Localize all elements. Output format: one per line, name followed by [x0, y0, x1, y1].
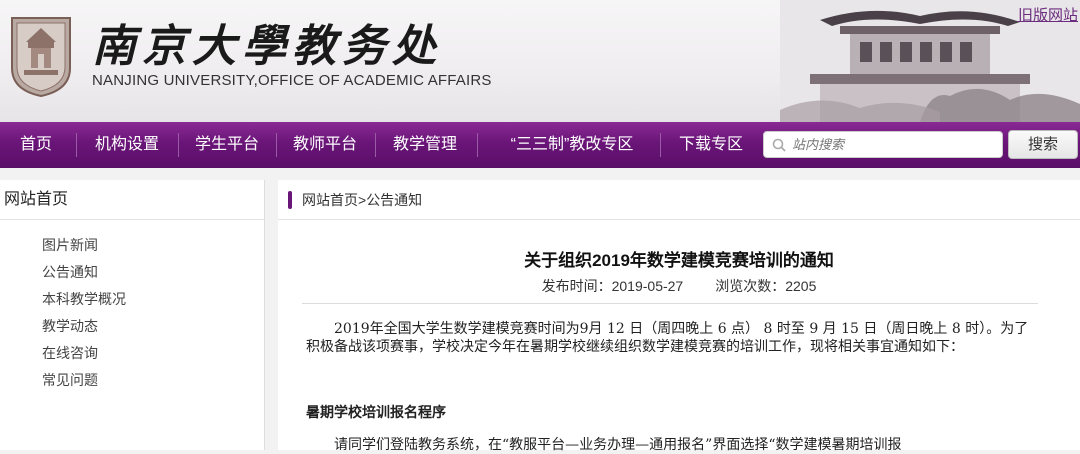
nav-item-organization[interactable]: 机构设置	[84, 122, 170, 168]
nav-item-reform-zone[interactable]: “三三制”教改专区	[494, 122, 650, 168]
view-count: 浏览次数：2205	[715, 278, 817, 294]
nav-separator	[276, 133, 277, 157]
sidebar-item-faq[interactable]: 常见问题	[0, 367, 264, 394]
nav-separator	[375, 133, 376, 157]
search-button[interactable]: 搜索	[1008, 130, 1078, 159]
main-content: 网站首页>公告通知 关于组织2019年数学建模竞赛培训的通知 发布时间：2019…	[278, 180, 1080, 453]
nav-item-student-platform[interactable]: 学生平台	[184, 122, 270, 168]
sidebar-item-teaching-news[interactable]: 教学动态	[0, 313, 264, 340]
nav-item-teaching-management[interactable]: 教学管理	[382, 122, 468, 168]
nav-separator	[660, 133, 661, 157]
article-meta: 发布时间：2019-05-27 浏览次数：2205	[278, 276, 1080, 296]
sidebar-item-announcements[interactable]: 公告通知	[0, 259, 264, 286]
brand-chinese-name: 南京大學教务处	[92, 21, 442, 72]
sidebar: 网站首页 图片新闻 公告通知 本科教学概况 教学动态 在线咨询 常见问题	[0, 180, 265, 450]
breadcrumb-home[interactable]: 网站首页	[302, 192, 358, 208]
search-box	[763, 131, 1003, 158]
old-site-link[interactable]: 旧版网站	[1018, 4, 1078, 25]
nav-separator	[477, 133, 478, 157]
sidebar-title[interactable]: 网站首页	[0, 180, 264, 220]
breadcrumb: 网站首页>公告通知	[302, 190, 422, 210]
article-divider	[302, 303, 1038, 304]
article-subheading: 暑期学校培训报名程序	[306, 405, 446, 421]
nav-item-teacher-platform[interactable]: 教师平台	[282, 122, 368, 168]
nav-separator	[178, 133, 179, 157]
sidebar-list: 图片新闻 公告通知 本科教学概况 教学动态 在线咨询 常见问题	[0, 220, 264, 394]
sidebar-item-teaching-overview[interactable]: 本科教学概况	[0, 286, 264, 313]
publish-time: 发布时间：2019-05-27	[541, 278, 684, 294]
article-paragraph: 请同学们登陆教务系统，在“教服平台—业务办理—通用报名”界面选择“数学建模暑期培…	[334, 437, 902, 453]
article-title: 关于组织2019年数学建模竞赛培训的通知	[524, 251, 834, 270]
breadcrumb-marker	[288, 190, 292, 209]
brand-english-name: NANJING UNIVERSITY,OFFICE OF ACADEMIC AF…	[92, 72, 492, 89]
sidebar-item-photo-news[interactable]: 图片新闻	[0, 232, 264, 259]
sidebar-item-online-consult[interactable]: 在线咨询	[0, 340, 264, 367]
nav-item-home[interactable]: 首页	[8, 122, 64, 168]
article-paragraph: 2019年全国大学生数学建模竞赛时间为9月 12 日（周四晚上 6 点） 8 时…	[306, 321, 1029, 355]
breadcrumb-current[interactable]: 公告通知	[366, 192, 422, 208]
university-seal-icon[interactable]	[6, 12, 76, 98]
search-input[interactable]	[792, 137, 992, 152]
site-header: 南京大學教务处 NANJING UNIVERSITY,OFFICE OF ACA…	[0, 0, 1080, 122]
breadcrumb-separator: >	[358, 191, 367, 208]
search-icon	[772, 138, 786, 152]
nav-item-downloads[interactable]: 下载专区	[668, 122, 754, 168]
breadcrumb-bar: 网站首页>公告通知	[278, 180, 1080, 220]
nav-separator	[76, 133, 77, 157]
